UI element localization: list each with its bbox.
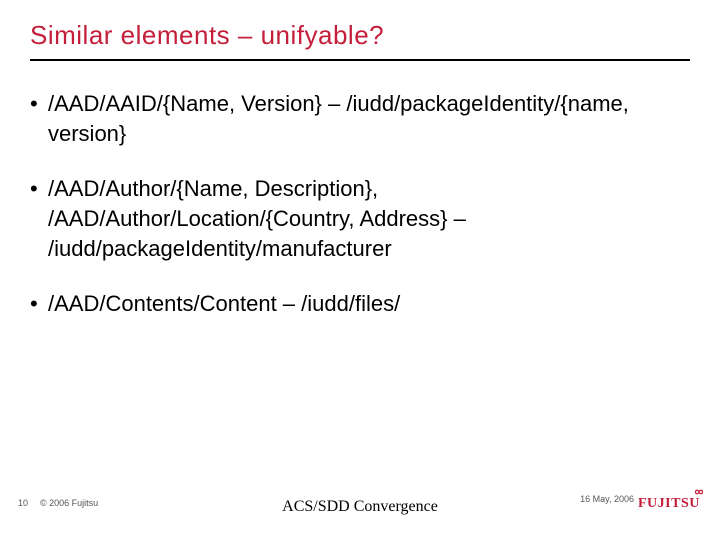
bullet-item: /AAD/AAID/{Name, Version} – /iudd/packag… xyxy=(30,89,690,148)
bullet-list: /AAD/AAID/{Name, Version} – /iudd/packag… xyxy=(30,89,690,319)
footer-date: 16 May, 2006 xyxy=(580,494,634,504)
infinity-icon xyxy=(692,488,706,502)
slide: Similar elements – unifyable? /AAD/AAID/… xyxy=(0,0,720,540)
fujitsu-logo: FUJITSU xyxy=(638,494,706,516)
bullet-item: /AAD/Author/{Name, Description}, /AAD/Au… xyxy=(30,174,690,263)
footer: 10 © 2006 Fujitsu ACS/SDD Convergence 16… xyxy=(0,486,720,526)
title-rule xyxy=(30,59,690,61)
slide-title: Similar elements – unifyable? xyxy=(30,20,690,51)
logo-text: FUJITSU xyxy=(638,496,700,511)
bullet-item: /AAD/Contents/Content – /iudd/files/ xyxy=(30,289,690,319)
